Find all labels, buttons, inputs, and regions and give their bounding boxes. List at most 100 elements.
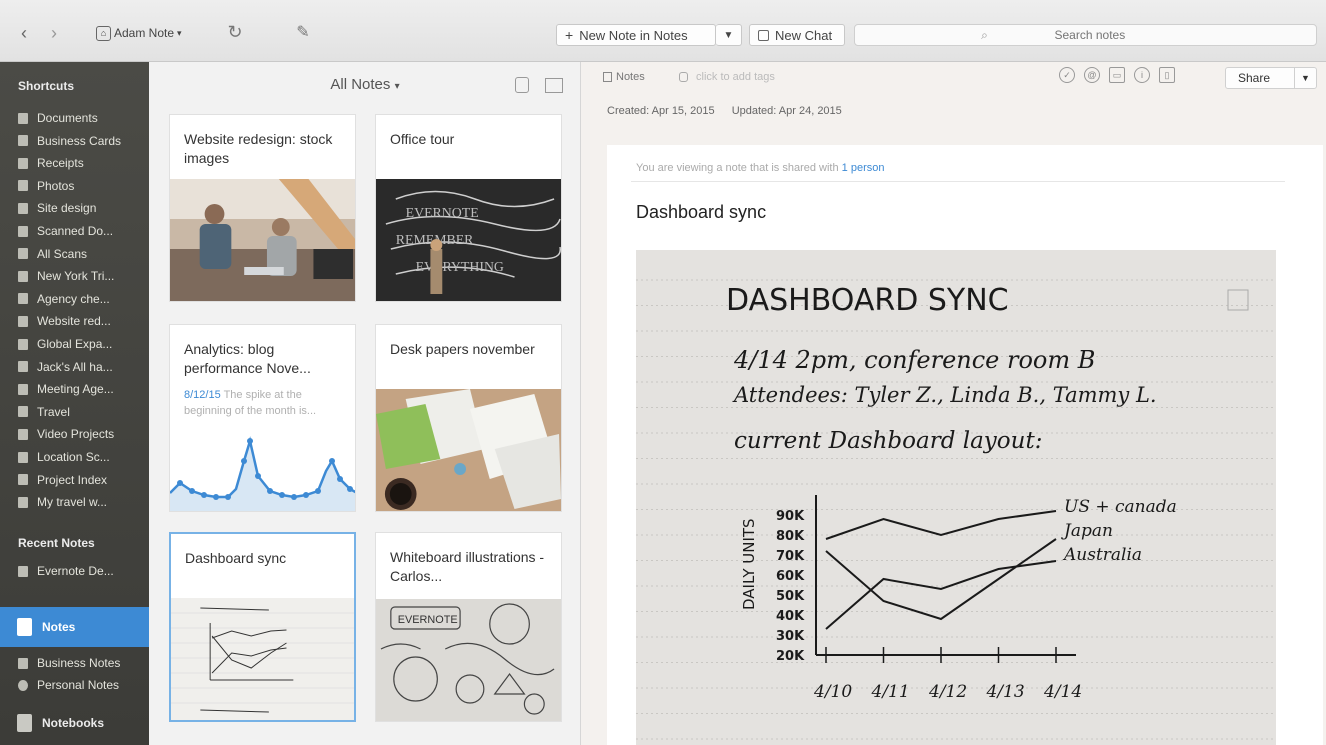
at-icon[interactable]: @ [1084,67,1100,83]
sidebar-shortcut-item[interactable]: Receipts [18,152,146,174]
note-icon [18,180,28,192]
shortcut-label: Video Projects [37,427,115,442]
note-card-selected[interactable]: Dashboard sync [169,532,356,722]
sidebar-shortcut-item[interactable]: Agency che... [18,288,146,310]
sidebar-shortcut-item[interactable]: Jack's All ha... [18,356,146,378]
sidebar-shortcut-item[interactable]: All Scans [18,243,146,265]
chevron-down-icon[interactable]: ▼ [1294,68,1316,88]
new-note-dropdown[interactable]: ▼ [716,24,742,46]
info-icon[interactable]: i [1134,67,1150,83]
note-thumbnail-whiteboard-doodles: EVERNOTE [376,599,561,721]
note-card-title: Analytics: blog performance Nove... [184,341,311,376]
sidebar-shortcut-item[interactable]: Documents [18,107,146,129]
note-card-title: Office tour [390,131,455,147]
sidebar-shortcut-item[interactable]: Website red... [18,310,146,332]
note-icon [18,157,28,169]
shortcut-label: My travel w... [37,495,108,510]
sidebar-shortcut-item[interactable]: Travel [18,401,146,423]
evernote-window: ‹ › ⌂ Adam Note ▾ ↻ ✎ + New Note in Note… [0,0,1326,745]
note-icon [18,112,28,124]
note-card[interactable]: Office tour EVERNOTE REMEMBER EVERYTHING [375,114,562,302]
sidebar-shortcut-item[interactable]: Site design [18,197,146,219]
new-note-label: New Note in Notes [579,27,688,43]
sidebar-shortcut-item[interactable]: Project Index [18,469,146,491]
sidebar-shortcut-item[interactable]: Video Projects [18,423,146,445]
x-tick-label: 4/11 [871,682,910,702]
note-icon [18,135,28,147]
y-tick-label: 80K [776,529,805,544]
note-thumbnail-chalk-wall: EVERNOTE REMEMBER EVERYTHING [376,179,561,301]
note-dates: Created: Apr 15, 2015 Updated: Apr 24, 2… [607,105,842,117]
y-tick-label: 70K [776,549,805,564]
sidebar-item-notes[interactable]: Notes [0,607,149,647]
shared-people-link[interactable]: 1 person [842,162,885,174]
chevron-down-icon: ▼ [723,29,734,41]
y-tick-label: 50K [776,589,805,604]
note-icon [18,225,28,237]
sketch-line-2: Attendees: Tyler Z., Linda B., Tammy L. [732,383,1157,407]
share-button[interactable]: Share ▼ [1225,67,1317,89]
new-note-button[interactable]: + New Note in Notes [556,24,716,46]
note-card[interactable]: Desk papers november [375,324,562,512]
notebook-label: Business Notes [37,656,121,670]
shortcut-label: Location Sc... [37,450,110,464]
sidebar-shortcut-item[interactable]: Meeting Age... [18,378,146,400]
sync-icon[interactable]: ↻ [224,20,246,44]
analytics-thumbnail [170,436,355,511]
account-menu[interactable]: ⌂ Adam Note ▾ [92,21,186,45]
sidebar-item-notebooks[interactable]: Notebooks [0,708,149,738]
note-icon [18,496,28,508]
search-field[interactable]: ⌕ [854,24,1317,46]
person-icon [18,679,28,691]
back-icon[interactable]: ‹ [14,22,34,44]
sidebar-item-business-notes[interactable]: Business Notes [18,652,146,674]
note-card-date: 8/12/15 [184,389,221,401]
y-tick-label: 90K [776,509,805,524]
note-icon [18,338,28,350]
sidebar-shortcut-item[interactable]: My travel w... [18,491,146,513]
chevron-down-icon: ▾ [394,81,400,92]
svg-text:EVERNOTE: EVERNOTE [398,614,458,626]
reminder-icon[interactable] [515,77,529,93]
notebook-selector[interactable]: Notes [603,71,645,83]
notebook-icon [18,657,28,669]
y-axis-label: DAILY UNITS [740,518,758,610]
x-tick-label: 4/10 [813,682,852,702]
note-card[interactable]: Website redesign: stock images [169,114,356,302]
sidebar-shortcut-item[interactable]: Business Cards [18,130,146,152]
sidebar-shortcut-item[interactable]: Global Expa... [18,333,146,355]
shortcut-label: All Scans [37,246,88,261]
note-editor: Notes click to add tags ✓ @ ▭ i ▯ Share … [581,62,1326,745]
sidebar-shortcut-item[interactable]: Photos [18,175,146,197]
note-card[interactable]: Whiteboard illustrations - Carlos... EVE… [375,532,562,722]
activity-icon[interactable]: ✎ [292,20,314,44]
presentation-icon[interactable]: ▭ [1109,67,1125,83]
recent-note-item[interactable]: Evernote De... [18,560,146,582]
sidebar-shortcut-item[interactable]: New York Tri... [18,265,146,287]
forward-icon[interactable]: › [44,22,64,44]
legend-label: Australia [1062,545,1142,565]
tag-input[interactable]: click to add tags [679,71,775,83]
view-toggle-icon[interactable] [545,78,563,93]
sidebar-shortcut-item[interactable]: Scanned Do... [18,220,146,242]
search-input[interactable] [989,28,1190,42]
sketch-line-1: 4/14 2pm, conference room B [733,346,1095,374]
note-card[interactable]: Analytics: blog performance Nove... 8/12… [169,324,356,512]
y-tick-label: 60K [776,569,805,584]
shortcut-label: Jack's All ha... [37,359,113,374]
note-icon [18,361,28,373]
sidebar-shortcut-item[interactable]: Location Sc... [18,446,146,468]
recent-notes-heading: Recent Notes [18,536,95,550]
sidebar-item-personal-notes[interactable]: Personal Notes [18,674,146,696]
new-chat-button[interactable]: New Chat [749,24,845,46]
note-list: All Notes ▾ Website redesign: stock imag… [149,62,581,745]
shortcut-label: Global Expa... [37,337,113,351]
note-card-title: Whiteboard illustrations - Carlos... [390,549,545,584]
reminder-icon[interactable]: ✓ [1059,67,1075,83]
shared-text: You are viewing a note that is shared wi… [636,162,839,174]
notes-icon [17,618,32,636]
note-title[interactable]: Dashboard sync [636,202,766,223]
note-content[interactable]: You are viewing a note that is shared wi… [607,145,1323,745]
trash-icon[interactable]: ▯ [1159,67,1175,83]
note-card-title: Desk papers november [390,341,535,357]
